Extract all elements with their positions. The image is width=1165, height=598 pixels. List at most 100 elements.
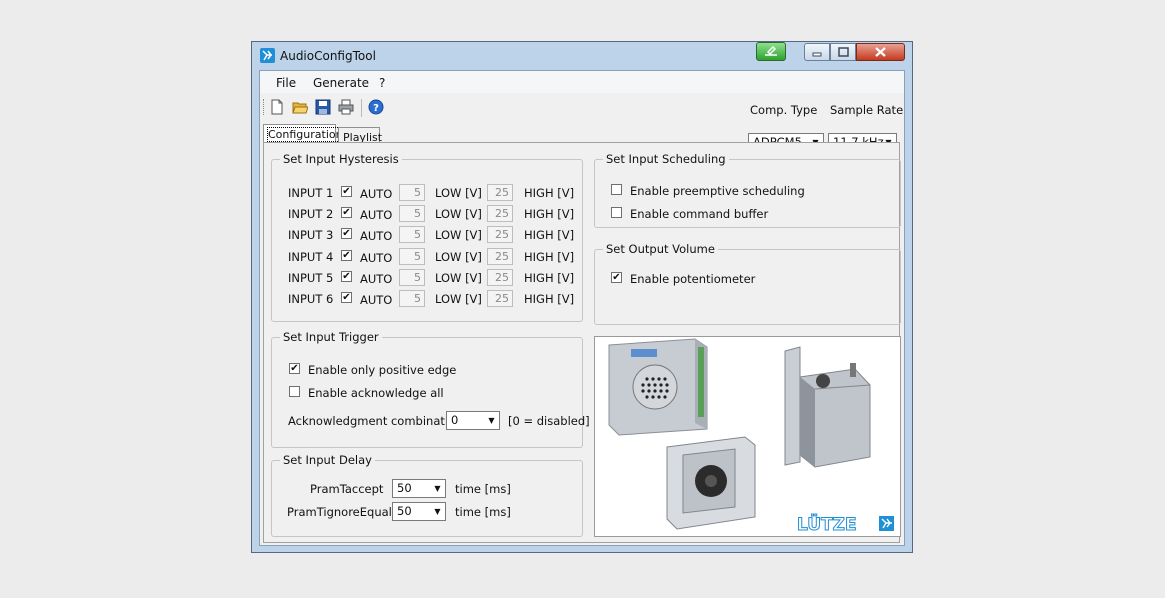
trigger-group: Set Input Trigger ✔ Enable only positive… (271, 330, 590, 448)
high-voltage-input[interactable]: 25 (487, 290, 513, 307)
tab-configuration[interactable]: Configuration (263, 124, 344, 143)
low-voltage-input[interactable]: 5 (399, 184, 425, 201)
auto-checkbox[interactable]: ✔ (341, 207, 352, 219)
ack-combination-label: Acknowledgment combination (288, 414, 463, 428)
open-folder-icon[interactable] (292, 99, 309, 115)
low-unit-label: LOW [V] (435, 292, 482, 306)
toolbar-separator (361, 99, 362, 117)
auto-label: AUTO (360, 187, 393, 201)
high-voltage-input[interactable]: 25 (487, 205, 513, 223)
preemptive-label: Enable preemptive scheduling (630, 184, 805, 198)
high-unit-label: HIGH [V] (524, 270, 575, 285)
low-voltage-input[interactable]: 5 (399, 247, 425, 265)
positive-edge-label: Enable only positive edge (308, 363, 457, 377)
hysteresis-title: Set Input Hysteresis (280, 152, 402, 166)
mounted-box-image (784, 346, 871, 468)
command-buffer-checkbox[interactable] (611, 207, 622, 218)
tab-configuration-label: Configuration (267, 127, 344, 142)
lutze-logo-text: LÜTZE (797, 513, 857, 535)
comp-type-label: Comp. Type (750, 103, 818, 117)
title-bar[interactable]: AudioConfigTool (252, 42, 912, 70)
auto-label: AUTO (360, 208, 393, 223)
menu-file[interactable]: File (276, 76, 296, 90)
print-icon[interactable] (338, 99, 354, 115)
menu-generate[interactable]: Generate (313, 76, 369, 90)
low-voltage-input[interactable]: 5 (399, 205, 425, 223)
low-unit-label: LOW [V] (435, 270, 482, 285)
trigger-title: Set Input Trigger (280, 330, 382, 344)
potentiometer-label: Enable potentiometer (630, 272, 756, 286)
chevron-down-icon: ▼ (434, 507, 441, 516)
save-icon[interactable] (315, 99, 331, 115)
status-bar (259, 546, 905, 550)
ignore-select[interactable]: 50 ▼ (392, 502, 446, 521)
auto-label: AUTO (360, 250, 393, 265)
high-voltage-input[interactable]: 25 (487, 226, 513, 244)
potentiometer-checkbox[interactable]: ✔ (611, 272, 622, 283)
new-file-icon[interactable] (269, 99, 285, 115)
accept-label: PramTaccept (310, 482, 384, 496)
window-title: AudioConfigTool (280, 49, 376, 63)
input-name-label: INPUT 2 (288, 207, 334, 222)
auto-checkbox[interactable]: ✔ (341, 249, 352, 261)
maximize-button[interactable] (830, 43, 856, 61)
auto-label: AUTO (360, 271, 393, 286)
input-name-label: INPUT 4 (288, 249, 334, 264)
low-unit-label: LOW [V] (435, 249, 482, 264)
accept-select[interactable]: 50 ▼ (392, 479, 446, 498)
low-unit-label: LOW [V] (435, 228, 482, 243)
low-unit-label: LOW [V] (435, 207, 482, 222)
acknowledge-all-checkbox[interactable] (289, 386, 300, 397)
panel-box-image (666, 436, 756, 530)
low-voltage-input[interactable]: 5 (399, 290, 425, 307)
command-buffer-label: Enable command buffer (630, 207, 769, 221)
hysteresis-group: Set Input Hysteresis INPUT 1 ✔ AUTO 5 LOW [V… (271, 152, 583, 322)
high-voltage-input[interactable]: 25 (487, 268, 513, 286)
input-name-label: INPUT 6 (288, 292, 334, 306)
accept-value: 50 (397, 481, 412, 495)
ignore-value: 50 (397, 504, 412, 518)
acknowledge-all-label: Enable acknowledge all (308, 386, 444, 400)
volume-title: Set Output Volume (603, 242, 718, 256)
preemptive-checkbox[interactable] (611, 184, 622, 195)
menu-help[interactable]: ? (379, 76, 385, 90)
ack-combination-select[interactable]: 0 ▼ (446, 411, 500, 430)
low-voltage-input[interactable]: 5 (399, 268, 425, 286)
minimize-button[interactable] (804, 43, 830, 61)
high-unit-label: HIGH [V] (524, 292, 575, 306)
configuration-panel: Set Input Hysteresis INPUT 1 ✔ AUTO 5 LOW [V… (263, 142, 901, 543)
auto-checkbox[interactable]: ✔ (341, 228, 352, 240)
input-name-label: INPUT 1 (288, 186, 334, 200)
low-unit-label: LOW [V] (435, 186, 482, 200)
scheduling-group: Set Input Scheduling Enable preemptive s… (594, 152, 901, 228)
client-area: File Generate ? ? Comp. Type Sample Rate… (259, 70, 905, 546)
auto-checkbox[interactable]: ✔ (341, 292, 352, 303)
svg-text:?: ? (373, 103, 379, 114)
low-voltage-input[interactable]: 5 (399, 226, 425, 244)
auto-label: AUTO (360, 293, 393, 307)
scheduling-title: Set Input Scheduling (603, 152, 729, 166)
high-unit-label: HIGH [V] (524, 228, 575, 243)
auto-label: AUTO (360, 229, 393, 244)
ignore-unit-label: time [ms] (455, 505, 511, 519)
high-unit-label: HIGH [V] (524, 249, 575, 264)
tab-playlist[interactable]: Playlist (338, 127, 382, 144)
high-voltage-input[interactable]: 25 (487, 247, 513, 265)
product-photo: LÜTZE (594, 336, 901, 537)
delay-group: Set Input Delay PramTaccept 50 ▼ time [m… (271, 453, 583, 537)
help-icon[interactable]: ? (368, 99, 384, 115)
toolbar: ? Comp. Type Sample Rate (260, 93, 904, 123)
extra-caption-button[interactable] (756, 42, 786, 61)
high-voltage-input[interactable]: 25 (487, 184, 513, 201)
close-button[interactable] (856, 43, 905, 61)
volume-group: Set Output Volume ✔ Enable potentiometer (594, 242, 901, 325)
auto-checkbox[interactable]: ✔ (341, 270, 352, 282)
chevron-down-icon: ▼ (434, 484, 441, 493)
high-unit-label: HIGH [V] (524, 207, 575, 222)
auto-checkbox[interactable]: ✔ (341, 186, 352, 197)
app-logo-icon (260, 48, 275, 63)
positive-edge-checkbox[interactable]: ✔ (289, 363, 300, 374)
ack-combination-value: 0 (451, 413, 459, 427)
chevron-down-icon: ▼ (488, 416, 495, 425)
toolbar-grip[interactable] (263, 99, 266, 115)
